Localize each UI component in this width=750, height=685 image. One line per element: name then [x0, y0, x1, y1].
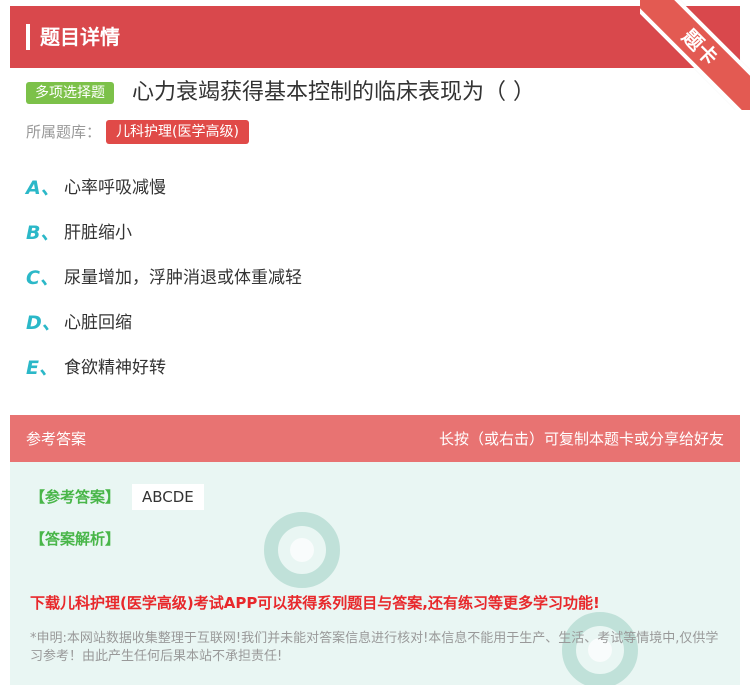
options-list: A、 心率呼吸减慢 B、 肝脏缩小 C、 尿量增加，浮肿消退或体重减轻 D、 心… — [26, 173, 726, 398]
option-letter: E、 — [26, 357, 58, 379]
option-text: 心率呼吸减慢 — [64, 178, 166, 198]
answer-label: 【参考答案】 — [30, 488, 121, 506]
page-title: 题目详情 — [40, 25, 120, 49]
option-letter: B、 — [26, 222, 60, 244]
answer-value: ABCDE — [132, 484, 204, 510]
question-type-badge: 多项选择题 — [26, 82, 114, 104]
option-text: 肝脏缩小 — [64, 223, 132, 243]
option-letter: A、 — [26, 177, 60, 199]
option-text: 食欲精神好转 — [64, 358, 166, 378]
question-row: 多项选择题 心力衰竭获得基本控制的临床表现为（ ） — [26, 78, 726, 110]
download-app-link[interactable]: 下载儿科护理(医学高级)考试APP可以获得系列题目与答案,还有练习等更多学习功能… — [30, 592, 600, 614]
option-d[interactable]: D、 心脏回缩 — [26, 308, 726, 353]
option-a[interactable]: A、 心率呼吸减慢 — [26, 173, 726, 218]
option-letter: C、 — [26, 267, 59, 289]
share-hint: 长按（或右击）可复制本题卡或分享给好友 — [438, 430, 724, 448]
option-c[interactable]: C、 尿量增加，浮肿消退或体重减轻 — [26, 263, 726, 308]
option-text: 心脏回缩 — [64, 313, 132, 333]
option-b[interactable]: B、 肝脏缩小 — [26, 218, 726, 263]
question-text: 心力衰竭获得基本控制的临床表现为（ ） — [132, 80, 535, 105]
disclaimer-text: *申明:本网站数据收集整理于互联网!我们并未能对答案信息进行核对!本信息不能用于… — [30, 631, 719, 664]
option-letter: D、 — [26, 312, 61, 334]
answer-section-body: 【参考答案】 ABCDE 【答案解析】 下载儿科护理(医学高级)考试APP可以获… — [10, 462, 740, 685]
answer-section-title: 参考答案 — [26, 430, 87, 448]
answer-section-header: 参考答案 长按（或右击）可复制本题卡或分享给好友 — [10, 415, 740, 462]
watermark-logo-icon — [264, 512, 340, 588]
header-accent-bar — [26, 24, 30, 50]
option-text: 尿量增加，浮肿消退或体重减轻 — [64, 268, 302, 288]
option-e[interactable]: E、 食欲精神好转 — [26, 353, 726, 398]
question-bank-label: 所属题库： — [26, 123, 102, 141]
analysis-label: 【答案解析】 — [30, 530, 121, 548]
header: 题目详情 题卡 — [10, 0, 750, 110]
question-bank-tag[interactable]: 儿科护理(医学高级) — [106, 120, 249, 144]
question-card: 题目详情 题卡 多项选择题 心力衰竭获得基本控制的临床表现为（ ） 所属题库： … — [10, 0, 750, 685]
